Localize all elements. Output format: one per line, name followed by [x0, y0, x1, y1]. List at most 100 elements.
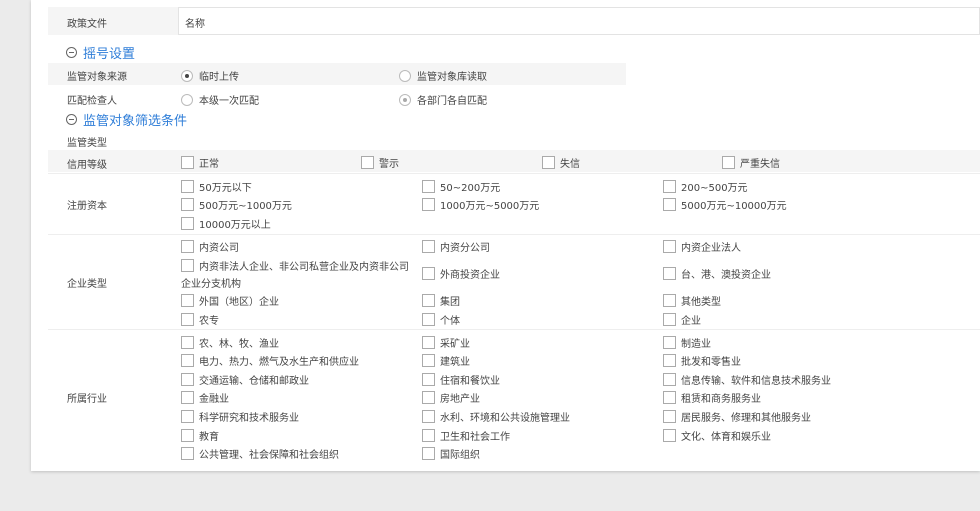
credit-label: 信用等级	[67, 160, 107, 171]
source-library-radio[interactable]: 监管对象库读取	[399, 68, 487, 83]
credit-normal-checkbox[interactable]: 正常	[181, 155, 219, 170]
checker-once-radio[interactable]: 本级一次匹配	[181, 92, 259, 107]
capital-opt-4-label: 1000万元~5000万元	[440, 201, 540, 212]
checkbox-icon	[422, 240, 435, 253]
industry-opt-13[interactable]: 水利、环境和公共设施管理业	[422, 409, 570, 424]
form-body: 政策文件 名称 摇号设置 监管对象来源 临时上传 监管对象库读取 匹配检查人 本…	[48, 0, 980, 471]
credit-severe-checkbox[interactable]: 严重失信	[722, 155, 780, 170]
radio-checked-icon	[181, 69, 193, 82]
industry-opt-18-label: 公共管理、社会保障和社会组织	[199, 450, 339, 461]
checkbox-icon	[663, 429, 676, 442]
section-filter[interactable]: 监管对象筛选条件	[66, 110, 187, 129]
industry-opt-15[interactable]: 教育	[181, 428, 219, 443]
source-upload-label: 临时上传	[199, 72, 239, 83]
checkbox-icon	[181, 180, 194, 193]
enterprise-opt-8[interactable]: 其他类型	[663, 293, 721, 308]
checkbox-icon	[422, 313, 435, 326]
industry-opt-19[interactable]: 国际组织	[422, 446, 480, 461]
checkbox-icon	[422, 180, 435, 193]
checkbox-icon	[422, 373, 435, 386]
enterprise-opt-6[interactable]: 外国（地区）企业	[181, 293, 279, 308]
checker-label: 匹配检查人	[67, 96, 117, 107]
checkbox-icon	[422, 198, 435, 211]
capital-opt-6[interactable]: 10000万元以上	[181, 216, 271, 231]
checkbox-icon	[663, 198, 676, 211]
checkbox-icon	[361, 156, 374, 169]
checkbox-icon	[181, 447, 194, 460]
source-upload-radio[interactable]: 临时上传	[181, 68, 239, 83]
industry-opt-1[interactable]: 采矿业	[422, 335, 470, 350]
capital-opt-0[interactable]: 50万元以下	[181, 179, 252, 194]
industry-opt-16[interactable]: 卫生和社会工作	[422, 428, 510, 443]
checkbox-icon	[663, 336, 676, 349]
credit-lost-label: 失信	[560, 159, 580, 170]
enterprise-opt-9[interactable]: 农专	[181, 312, 219, 327]
form-panel: 政策文件 名称 摇号设置 监管对象来源 临时上传 监管对象库读取 匹配检查人 本…	[31, 0, 980, 471]
industry-opt-6[interactable]: 交通运输、仓储和邮政业	[181, 372, 309, 387]
industry-opt-3[interactable]: 电力、热力、燃气及水生产和供应业	[181, 353, 359, 368]
enterprise-opt-10[interactable]: 个体	[422, 312, 460, 327]
industry-opt-2[interactable]: 制造业	[663, 335, 711, 350]
capital-opt-2-label: 200~500万元	[681, 183, 748, 194]
industry-opt-7-label: 住宿和餐饮业	[440, 376, 500, 387]
enterprise-opt-1[interactable]: 内资分公司	[422, 239, 490, 254]
industry-opt-10[interactable]: 房地产业	[422, 390, 480, 405]
enterprise-opt-2-label: 内资企业法人	[681, 243, 741, 254]
checkbox-icon	[181, 198, 194, 211]
capital-opt-3[interactable]: 500万元~1000万元	[181, 197, 292, 212]
credit-warning-checkbox[interactable]: 警示	[361, 155, 399, 170]
source-library-label: 监管对象库读取	[417, 72, 487, 83]
industry-opt-17[interactable]: 文化、体育和娱乐业	[663, 428, 771, 443]
credit-warning-label: 警示	[379, 159, 399, 170]
supervision-type-label: 监管类型	[67, 138, 107, 149]
enterprise-opt-3-label: 内资非法人企业、非公司私营企业及内资非公司	[199, 262, 409, 273]
section-filter-title: 监管对象筛选条件	[83, 114, 188, 129]
checkbox-icon	[663, 410, 676, 423]
credit-severe-label: 严重失信	[740, 159, 780, 170]
industry-opt-4[interactable]: 建筑业	[422, 353, 470, 368]
industry-opt-12[interactable]: 科学研究和技术服务业	[181, 409, 299, 424]
checkbox-icon	[663, 240, 676, 253]
industry-opt-5[interactable]: 批发和零售业	[663, 353, 741, 368]
radio-unchecked-icon	[181, 93, 193, 106]
industry-opt-14[interactable]: 居民服务、修理和其他服务业	[663, 409, 811, 424]
checkbox-icon	[181, 156, 194, 169]
capital-opt-1[interactable]: 50~200万元	[422, 179, 500, 194]
checkbox-icon	[181, 240, 194, 253]
industry-opt-18[interactable]: 公共管理、社会保障和社会组织	[181, 446, 339, 461]
policy-label: 政策文件	[67, 19, 107, 30]
checker-each-label: 各部门各自匹配	[417, 96, 487, 107]
industry-opt-9[interactable]: 金融业	[181, 390, 229, 405]
industry-opt-0[interactable]: 农、林、牧、渔业	[181, 335, 279, 350]
enterprise-opt-0[interactable]: 内资公司	[181, 239, 239, 254]
checkbox-icon	[663, 267, 676, 280]
checkbox-icon	[422, 294, 435, 307]
industry-opt-16-label: 卫生和社会工作	[440, 432, 510, 443]
checkbox-icon	[722, 156, 735, 169]
capital-opt-4[interactable]: 1000万元~5000万元	[422, 197, 539, 212]
industry-label: 所属行业	[67, 394, 107, 405]
capital-opt-2[interactable]: 200~500万元	[663, 179, 748, 194]
radio-unchecked-icon	[399, 69, 411, 82]
industry-opt-8[interactable]: 信息传输、软件和信息技术服务业	[663, 372, 831, 387]
enterprise-opt-11[interactable]: 企业	[663, 312, 701, 327]
capital-opt-3-label: 500万元~1000万元	[199, 201, 292, 212]
section-shake[interactable]: 摇号设置	[66, 43, 135, 62]
enterprise-opt-11-label: 企业	[681, 316, 701, 327]
source-row	[48, 63, 626, 85]
policy-name-field[interactable]: 名称	[178, 7, 980, 35]
checker-each-radio[interactable]: 各部门各自匹配	[399, 92, 487, 107]
enterprise-opt-4[interactable]: 外商投资企业	[422, 266, 500, 281]
enterprise-opt-10-label: 个体	[440, 316, 460, 327]
industry-opt-7[interactable]: 住宿和餐饮业	[422, 372, 500, 387]
credit-lost-checkbox[interactable]: 失信	[542, 155, 580, 170]
capital-opt-5[interactable]: 5000万元~10000万元	[663, 197, 787, 212]
industry-opt-11[interactable]: 租赁和商务服务业	[663, 390, 761, 405]
enterprise-opt-5[interactable]: 台、港、澳投资企业	[663, 266, 771, 281]
enterprise-opt-7[interactable]: 集团	[422, 293, 460, 308]
enterprise-opt-2[interactable]: 内资企业法人	[663, 239, 741, 254]
checkbox-icon	[422, 336, 435, 349]
checkbox-icon	[663, 373, 676, 386]
industry-opt-8-label: 信息传输、软件和信息技术服务业	[681, 376, 831, 387]
enterprise-opt-3[interactable]: 内资非法人企业、非公司私营企业及内资非公司	[181, 258, 409, 273]
